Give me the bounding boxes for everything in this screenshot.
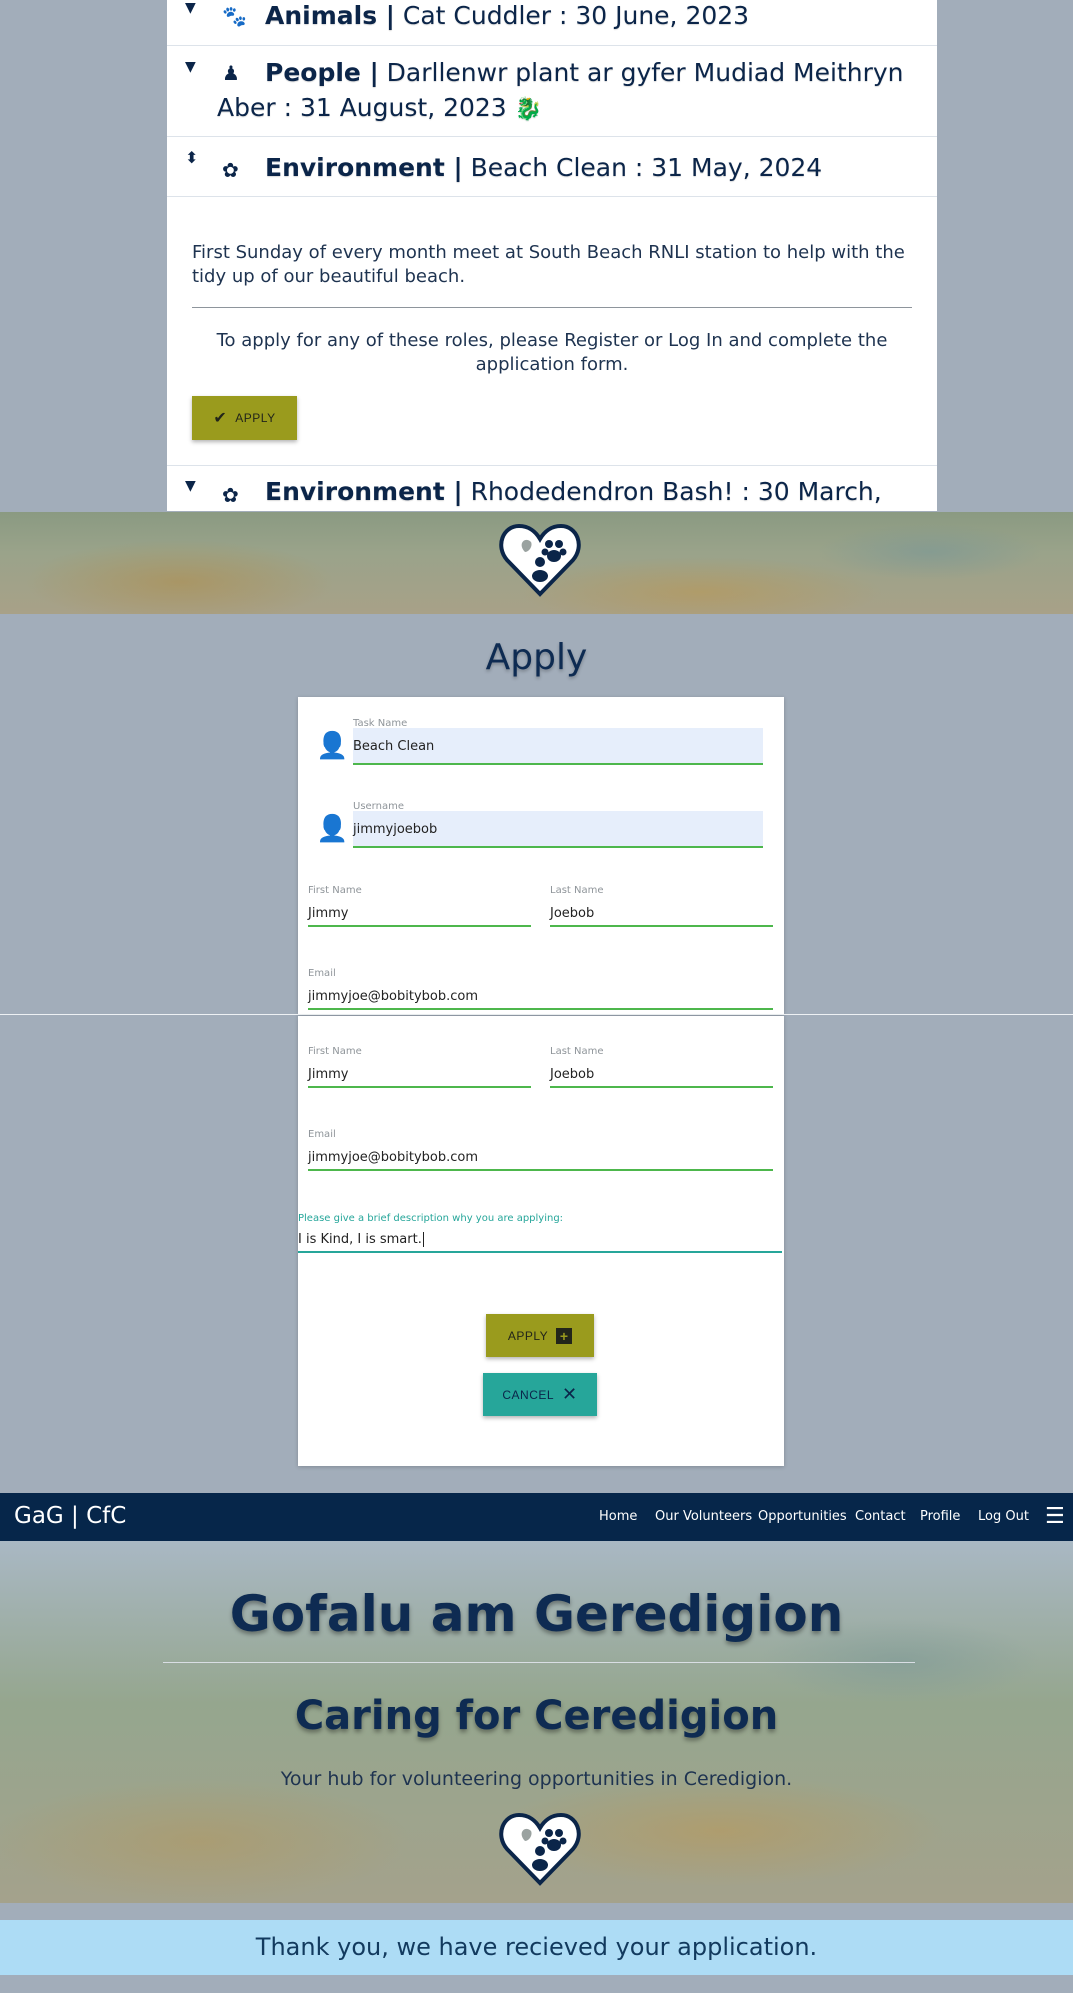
category-label: Environment |: [265, 153, 463, 182]
hero-section: Gofalu am Geredigion Caring for Ceredigi…: [0, 1541, 1073, 1903]
cancel-button[interactable]: CANCEL ✕: [483, 1373, 597, 1416]
apply-form-card: 👤 Task Name Beach Clean 👤 Username jimmy…: [298, 697, 784, 1014]
opportunities-panel: ▼ 🐾 Animals | Cat Cuddler : 30 June, 202…: [167, 0, 937, 541]
username-input[interactable]: jimmyjoebob: [353, 811, 763, 848]
success-notice: Thank you, we have recieved your applica…: [0, 1920, 1073, 1975]
task-name-input[interactable]: Beach Clean: [353, 728, 763, 765]
close-icon: ✕: [562, 1384, 578, 1404]
heart-logo-icon: [499, 1812, 581, 1886]
hamburger-menu-icon[interactable]: ☰: [1045, 1504, 1065, 1529]
hero-title: Gofalu am Geredigion: [229, 1585, 844, 1643]
email-input[interactable]: jimmyjoe@bobitybob.com: [308, 980, 773, 1010]
navbar: GaG | CfC Home Our Volunteers Opportunit…: [0, 1493, 1073, 1541]
check-icon: ✔: [213, 410, 228, 427]
hero-subtitle: Caring for Ceredigion: [294, 1693, 779, 1739]
sprout-icon: ✿: [222, 483, 239, 507]
email-label: Email: [308, 968, 336, 979]
submit-apply-button[interactable]: APPLY +: [486, 1314, 594, 1357]
divider: [192, 307, 912, 308]
opportunity-title: Cat Cuddler : 30 June, 2023: [402, 1, 750, 30]
accordion-item-cat-cuddler[interactable]: ▼ 🐾 Animals | Cat Cuddler : 30 June, 202…: [167, 0, 937, 46]
heart-logo-icon: [499, 523, 581, 597]
person-add-icon: 👤: [316, 814, 349, 844]
nav-our-volunteers[interactable]: Our Volunteers: [655, 1509, 752, 1524]
caret-down-icon[interactable]: ▼: [185, 59, 196, 75]
caret-down-icon[interactable]: ▼: [185, 0, 196, 16]
last-name-label: Last Name: [550, 885, 604, 896]
accordion-item-rhodedendron[interactable]: ▼ ✿ Environment | Rhodedendron Bash! : 3…: [167, 465, 937, 541]
apply-button[interactable]: ✔ APPLY: [192, 396, 297, 440]
person-add-icon: 👤: [316, 731, 349, 761]
apply-info-text: To apply for any of these roles, please …: [216, 330, 888, 375]
hero-divider: [163, 1662, 915, 1663]
category-label: Animals |: [265, 1, 395, 30]
hero-tagline: Your hub for volunteering opportunities …: [280, 1768, 793, 1790]
plus-square-icon: +: [556, 1327, 573, 1344]
nav-contact[interactable]: Contact: [855, 1509, 906, 1524]
email-input[interactable]: jimmyjoe@bobitybob.com: [308, 1141, 773, 1171]
accordion-item-darllenwr[interactable]: ▼ ♟ People | Darllenwr plant ar gyfer Mu…: [167, 45, 937, 137]
nav-log-out[interactable]: Log Out: [978, 1509, 1029, 1524]
last-name-label: Last Name: [550, 1046, 604, 1057]
paw-icon: 🐾: [222, 4, 247, 28]
last-name-input[interactable]: Joebob: [550, 897, 773, 927]
nav-profile[interactable]: Profile: [920, 1509, 960, 1524]
opportunity-description: First Sunday of every month meet at Sout…: [192, 242, 905, 287]
category-label: Environment |: [265, 477, 463, 506]
welsh-dragon-icon: 🐉: [514, 97, 543, 122]
first-name-input[interactable]: Jimmy: [308, 1058, 531, 1088]
category-label: People |: [265, 58, 379, 87]
screenshot-seam: [0, 1014, 1073, 1015]
email-label: Email: [308, 1129, 336, 1140]
opportunity-title: Beach Clean : 31 May, 2024: [470, 153, 823, 182]
landscape-banner: [0, 512, 1073, 614]
first-name-input[interactable]: Jimmy: [308, 897, 531, 927]
first-name-label: First Name: [308, 1046, 362, 1057]
sprout-icon: ✿: [222, 158, 239, 182]
brand-logo[interactable]: GaG | CfC: [14, 1503, 126, 1529]
caret-right-icon[interactable]: ⬍: [185, 148, 198, 167]
apply-form-card-continued: First Name Jimmy Last Name Joebob Email …: [298, 1016, 784, 1466]
caret-down-icon[interactable]: ▼: [185, 478, 196, 494]
first-name-label: First Name: [308, 885, 362, 896]
reason-textarea[interactable]: I is Kind, I is smart.: [298, 1223, 782, 1253]
apply-heading: Apply: [485, 637, 588, 678]
last-name-input[interactable]: Joebob: [550, 1058, 773, 1088]
nav-home[interactable]: Home: [599, 1509, 637, 1524]
accordion-item-beach-clean[interactable]: ⬍ ✿ Environment | Beach Clean : 31 May, …: [167, 136, 937, 197]
nav-opportunities[interactable]: Opportunities: [758, 1509, 847, 1524]
